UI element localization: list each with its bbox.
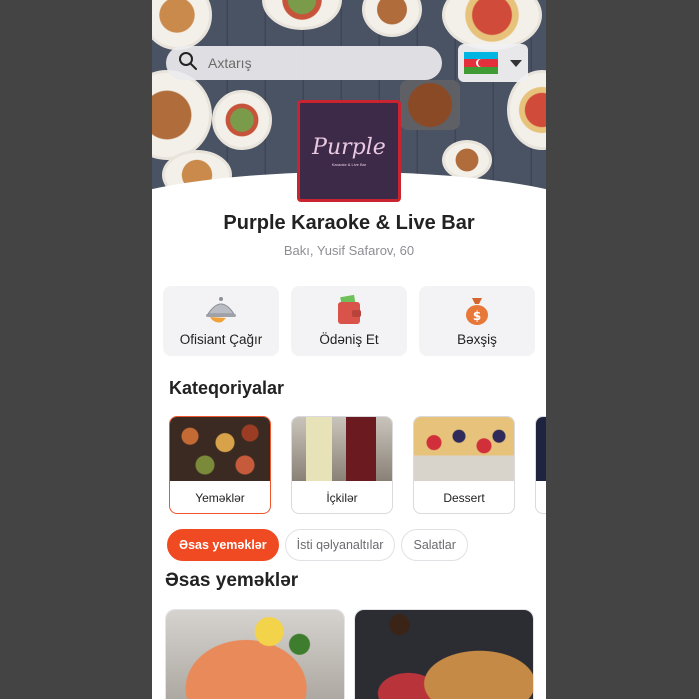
svg-text:$: $: [473, 309, 481, 323]
tab-salads[interactable]: Salatlar: [401, 529, 468, 561]
venue-name: Purple Karaoke & Live Bar: [223, 212, 475, 234]
category-drinks-image: [292, 417, 392, 481]
payment-label: Ödəniş Et: [319, 332, 379, 347]
chevron-down-icon: [510, 59, 522, 67]
call-waiter-label: Ofisiant Çağır: [179, 332, 263, 347]
category-more[interactable]: [535, 416, 546, 514]
category-dessert[interactable]: Dessert: [413, 416, 515, 514]
call-waiter-button[interactable]: Ofisiant Çağır: [163, 286, 279, 356]
category-drinks[interactable]: İçkilər: [291, 416, 393, 514]
search-bar[interactable]: [166, 46, 442, 80]
category-food-label: Yeməklər: [195, 490, 245, 505]
categories-heading: Kateqoriyalar: [169, 378, 285, 398]
dish-wellington-image: [355, 610, 533, 699]
section-title: Əsas yeməklər: [165, 570, 299, 591]
search-icon: [178, 51, 198, 76]
tip-button[interactable]: $ Bəxşiş: [419, 286, 535, 356]
category-more-image: [536, 417, 546, 481]
dish-card-wellington[interactable]: [354, 609, 534, 699]
category-food-image: [170, 417, 270, 481]
quick-actions: Ofisiant Çağır Ödəniş Et $ Bəxşiş: [163, 286, 535, 356]
venue-address: Bakı, Yusif Safarov, 60: [283, 243, 415, 258]
category-dessert-label: Dessert: [443, 490, 485, 505]
payment-button[interactable]: Ödəniş Et: [291, 286, 407, 356]
tab-main-dishes[interactable]: Əsas yeməklər: [167, 529, 279, 561]
dish-card-salmon[interactable]: [165, 609, 345, 699]
money-bag-icon: $: [460, 294, 494, 326]
category-drinks-label: İçkilər: [326, 490, 358, 505]
subcategory-tabs: Əsas yeməklər İsti qəlyanaltılar Salatla…: [167, 529, 468, 561]
category-carousel: Yeməklər İçkilər Dessert: [169, 416, 546, 514]
language-selector[interactable]: [458, 44, 528, 82]
category-dessert-image: [414, 417, 514, 481]
app-screen: Purple Karaoke & Live Bar Purple Karaoke…: [152, 0, 546, 699]
tab-hot-appetizers[interactable]: İsti qəlyanaltılar: [284, 529, 396, 561]
logo-script-text: Purple: [312, 135, 386, 160]
category-food[interactable]: Yeməklər: [169, 416, 271, 514]
waiter-cloche-icon: [204, 294, 238, 326]
tip-label: Bəxşiş: [457, 332, 497, 347]
logo-subtitle-text: Karaoke & Live Bar: [331, 162, 367, 167]
dish-salmon-image: [166, 610, 344, 699]
search-input[interactable]: [208, 55, 408, 71]
azerbaijan-flag-icon: [464, 52, 498, 74]
venue-logo: Purple Karaoke & Live Bar: [297, 100, 401, 202]
wallet-icon: [332, 294, 366, 326]
category-more-label: [536, 481, 546, 513]
